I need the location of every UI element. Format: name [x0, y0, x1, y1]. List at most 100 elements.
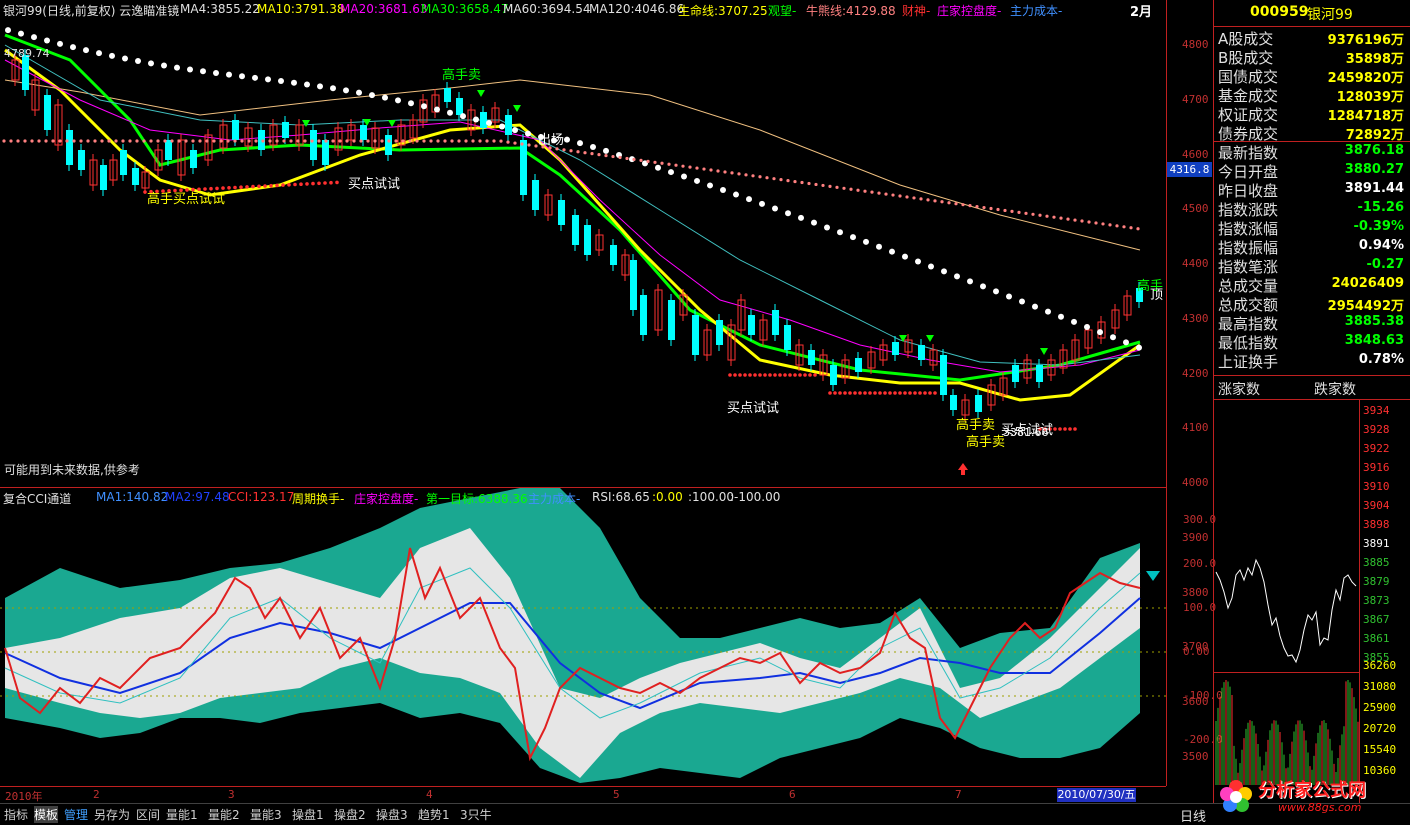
template-tab[interactable]: 操盘1 [292, 806, 324, 823]
support-dot [868, 391, 872, 395]
candle-down [1012, 365, 1019, 382]
resistance-dot [485, 139, 489, 143]
support-dot [778, 373, 782, 377]
support-dot [758, 373, 762, 377]
bull-bear-dot [304, 81, 310, 88]
resistance-dot [667, 162, 671, 166]
resistance-dot [1059, 216, 1063, 220]
bull-bear-dot [18, 30, 24, 37]
symbol-name: 银河99 [1307, 7, 1353, 23]
resistance-dot [156, 139, 160, 143]
bull-bear-dot [187, 66, 193, 73]
template-tab[interactable]: 3只牛 [460, 806, 492, 823]
stat-value: 3876.18 [1344, 143, 1404, 158]
cci-channel-chart[interactable] [0, 488, 1166, 786]
bull-bear-dot [1123, 339, 1129, 346]
resistance-dot [380, 139, 384, 143]
exit-label: 出场 [538, 133, 565, 148]
bull-bear-dot [174, 64, 180, 71]
resistance-dot [191, 139, 195, 143]
resistance-dot [331, 139, 335, 143]
stat-label: 最新指数 [1218, 144, 1279, 162]
stat-row: 总成交额 2954492万 [1214, 294, 1410, 314]
bull-bear-dot [57, 40, 63, 47]
resistance-dot [338, 139, 342, 143]
template-tab[interactable]: 量能2 [208, 806, 240, 823]
resistance-dot [457, 139, 461, 143]
bull-bear-dot [798, 214, 804, 221]
resistance-dot [86, 139, 90, 143]
support-dot [335, 180, 339, 185]
bull-bear-dot [486, 120, 492, 127]
bull-bear-dot [590, 143, 596, 150]
up-count-label: 涨家数 [1218, 382, 1260, 398]
price-tick-label: 4300 [1182, 311, 1209, 325]
template-tab[interactable]: 操盘3 [376, 806, 408, 823]
stat-label: 总成交量 [1218, 277, 1279, 295]
price-tick-label: 4800 [1182, 38, 1209, 51]
template-tab[interactable]: 趋势1 [418, 806, 450, 823]
wealth-label: 财神- [902, 4, 931, 18]
support-dot [281, 183, 285, 187]
stat-value: 128039万 [1336, 90, 1404, 105]
support-dot [918, 391, 922, 395]
stat-label: 指数笔涨 [1218, 258, 1279, 276]
resistance-dot [996, 207, 1000, 212]
stat-label: 总成交额 [1218, 296, 1279, 314]
resistance-dot [506, 140, 510, 144]
bull-bear-dot [967, 278, 973, 285]
resistance-dot [702, 167, 706, 171]
bull-bear-dot [824, 224, 830, 231]
symbol-code: 000959 [1250, 4, 1309, 20]
period-daily-tab[interactable]: 日线 [1180, 806, 1206, 825]
candle-down [100, 165, 107, 190]
resistance-dot [618, 155, 622, 160]
resistance-dot [429, 139, 433, 143]
resistance-dot [954, 202, 958, 206]
template-tab[interactable]: 管理 [64, 806, 88, 823]
template-tab[interactable]: 另存为 [94, 806, 130, 823]
resistance-dot [800, 180, 804, 185]
resistance-dot [23, 139, 27, 143]
resistance-dot [646, 159, 650, 163]
resistance-dot [149, 139, 153, 143]
resistance-dot [1101, 222, 1105, 226]
template-tab[interactable]: 模板 [34, 806, 59, 823]
candle-down [558, 200, 565, 225]
template-tab[interactable]: 指标 [4, 806, 28, 823]
bull-bear-dot [135, 58, 141, 65]
template-tab[interactable]: 量能1 [166, 806, 198, 823]
resistance-dot [730, 171, 734, 175]
resistance-dot [527, 143, 531, 147]
support-dot [803, 373, 807, 377]
support-dot [239, 185, 243, 189]
support-dot [903, 391, 907, 395]
life-line-value: 生命线:3707.25 [678, 4, 768, 18]
intraday-tick-label: 3867 [1363, 613, 1390, 626]
stat-label: 上证换手 [1218, 353, 1279, 371]
resistance-dot [716, 169, 720, 173]
resistance-dot [198, 139, 202, 143]
stat-row: 总成交量 24026409 [1214, 275, 1410, 295]
resistance-dot [562, 148, 566, 152]
stat-row: 最高指数 3885.38 [1214, 313, 1410, 333]
low-price-label: 3381.66 [1003, 426, 1049, 439]
candle-down [78, 150, 85, 170]
resistance-dot [884, 192, 888, 196]
bull-bear-dot [291, 79, 297, 86]
watch-label: 观望- [768, 4, 797, 18]
bull-bear-dot [1019, 298, 1025, 305]
resistance-dot [1087, 220, 1091, 224]
resistance-dot [37, 139, 41, 143]
resistance-dot [849, 187, 853, 191]
candle-down [610, 245, 617, 265]
support-dot [1063, 427, 1067, 431]
template-tab[interactable]: 量能3 [250, 806, 282, 823]
template-tab[interactable]: 区间 [136, 806, 160, 823]
support-dot [251, 184, 255, 189]
cci-value: CCI:123.17 [228, 490, 295, 504]
resistance-dot [135, 139, 139, 143]
cci-ma1: MA1:140.82 [96, 490, 169, 504]
support-dot [793, 373, 797, 377]
template-tab[interactable]: 操盘2 [334, 806, 366, 823]
